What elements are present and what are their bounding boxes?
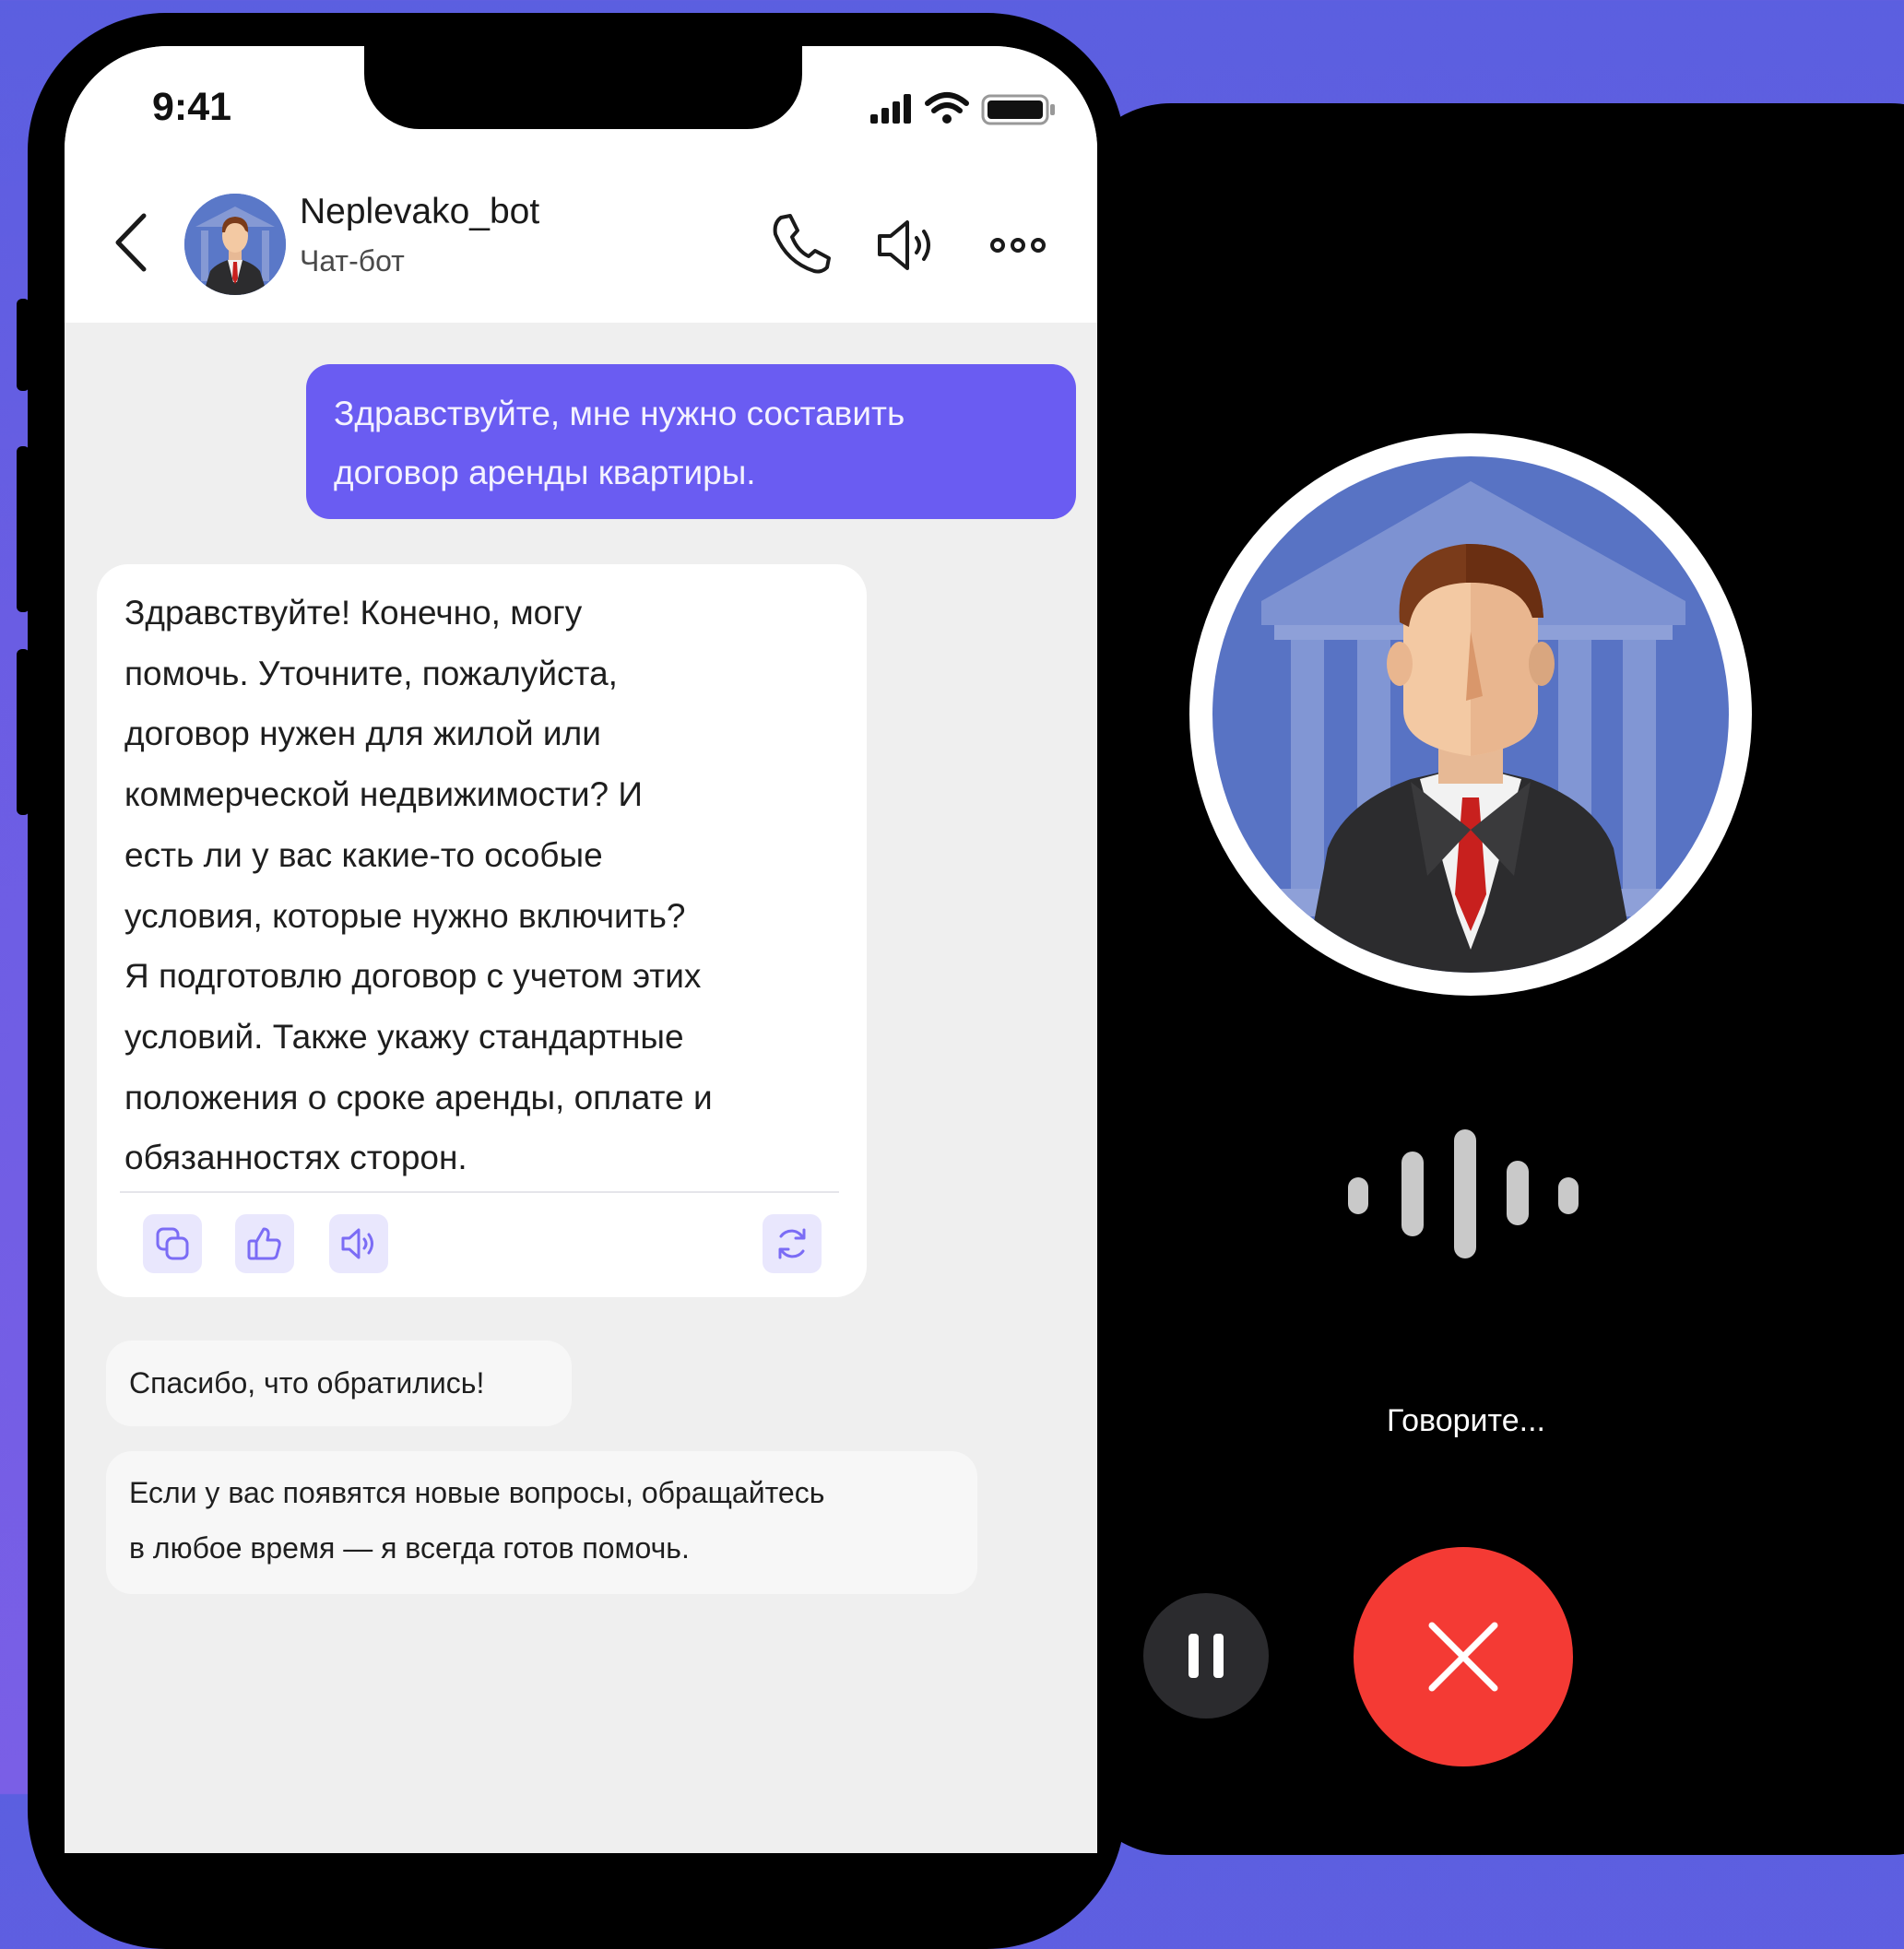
back-chevron-icon[interactable] [112,210,149,275]
bot-message-line: коммерческой недвижимости? И [124,775,643,814]
bot-message-line: Здравствуйте! Конечно, могу [124,594,583,632]
lawyer-avatar-icon [1212,456,1729,973]
bot-message-bubble: Здравствуйте! Конечно, могу помочь. Уточ… [97,564,867,1297]
call-status-text: Говорите... [1387,1403,1545,1438]
user-message-bubble: Здравствуйте, мне нужно составить догово… [306,364,1076,519]
bot-message-text: Здравствуйте! Конечно, могу помочь. Уточ… [124,583,853,1188]
voice-waveform [1348,1129,1583,1258]
end-call-button[interactable] [1354,1547,1573,1766]
wave-bar [1454,1129,1476,1258]
bot-message-line: есть ли у вас какие-то особые [124,835,603,874]
thumbs-up-icon [247,1227,281,1260]
followup-line: в любое время — я всегда готов помочь. [129,1531,690,1565]
lawyer-avatar-icon [184,194,286,295]
chat-screen: 9:41 Neplevako_bot Чат-бот Здравствуйте,… [65,46,1097,1853]
bot-thanks-bubble: Спасибо, что обратились! [106,1341,572,1426]
followup-line: Если у вас появятся новые вопросы, обращ… [129,1476,825,1509]
phone-icon[interactable] [770,212,834,277]
bot-message-line: положения о сроке аренды, оплате и [124,1078,713,1116]
bot-message-line: обязанностях сторон. [124,1139,467,1177]
speaker-icon [341,1228,373,1259]
like-button[interactable] [235,1214,294,1273]
bot-message-line: помочь. Уточните, пожалуйста, [124,654,618,692]
wave-bar [1348,1177,1368,1214]
wave-bar [1401,1152,1424,1236]
read-aloud-button[interactable] [329,1214,388,1273]
copy-icon [156,1227,189,1260]
status-icons [870,92,1055,125]
phone-notch [364,46,802,129]
more-dots-icon[interactable] [989,235,1047,255]
pause-button[interactable] [1143,1593,1269,1719]
bot-subtitle: Чат-бот [300,244,405,278]
side-button [17,446,30,612]
status-time: 9:41 [152,85,232,129]
bot-followup-bubble: Если у вас появятся новые вопросы, обращ… [106,1451,977,1594]
user-message-line: Здравствуйте, мне нужно составить [334,395,905,432]
bot-message-line: Я подготовлю договор с учетом этих [124,957,702,996]
message-divider [120,1191,839,1193]
refresh-icon [778,1228,806,1259]
wave-bar [1507,1161,1529,1225]
bot-name: Neplevako_bot [300,192,540,231]
regenerate-button[interactable] [763,1214,822,1273]
side-button [17,299,30,391]
signal-icon [870,94,911,124]
wave-bar [1558,1177,1579,1214]
bot-message-line: условия, которые нужно включить? [124,896,686,935]
battery-icon [981,94,1055,125]
bot-message-line: договор нужен для жилой или [124,715,601,753]
copy-button[interactable] [143,1214,202,1273]
wifi-icon [925,92,969,124]
user-message-line: договор аренды квартиры. [334,454,756,491]
close-icon [1428,1622,1498,1692]
bot-message-line: условий. Также укажу стандартные [124,1017,684,1056]
speaker-icon[interactable] [876,218,942,273]
bot-avatar [184,194,286,295]
side-button [17,649,30,815]
call-avatar [1189,433,1752,996]
